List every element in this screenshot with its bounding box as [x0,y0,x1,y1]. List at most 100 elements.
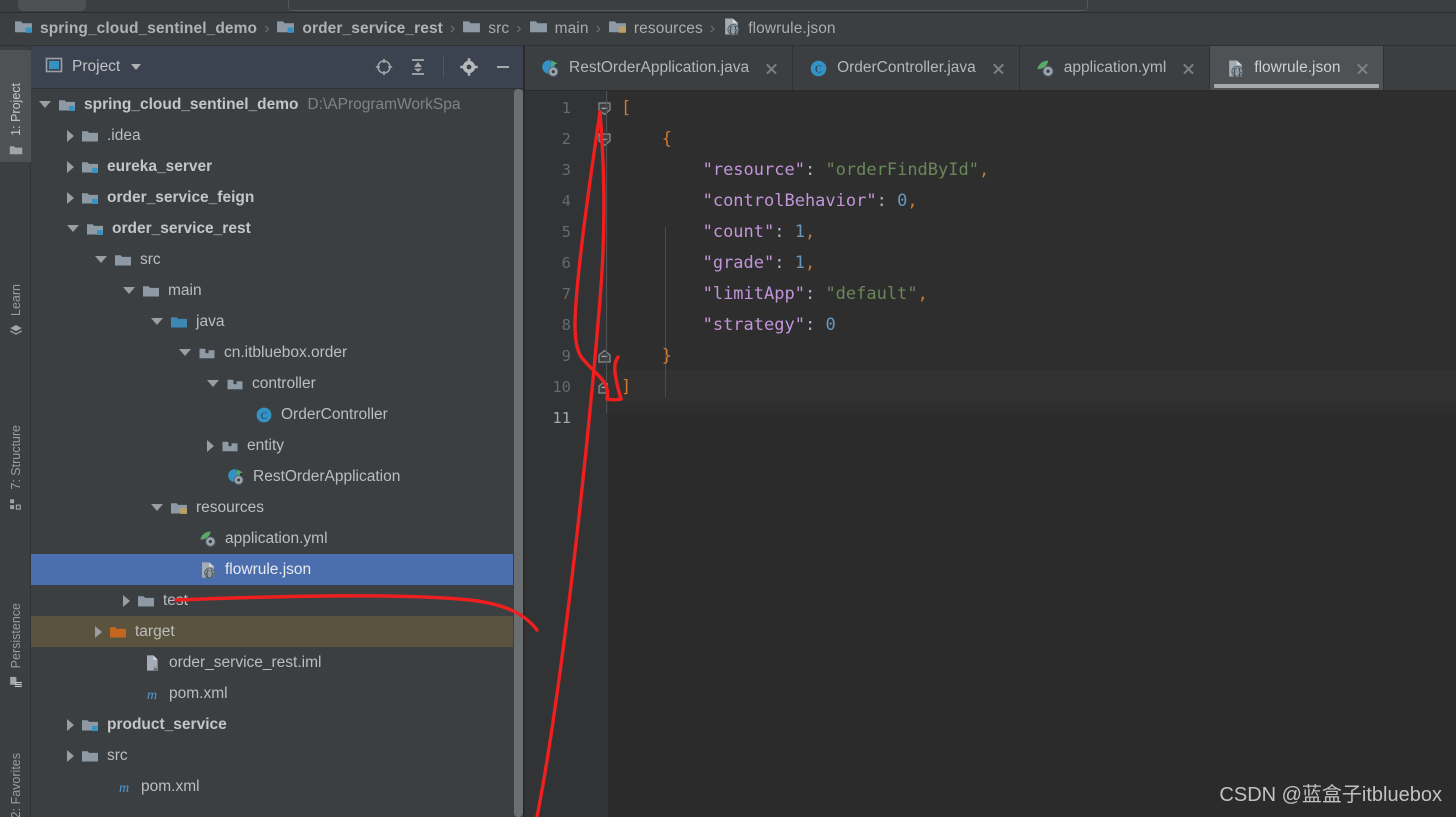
code-line[interactable]: "strategy": 0 [703,310,836,341]
close-icon[interactable] [1181,61,1196,76]
breadcrumb-item[interactable]: main [529,17,589,41]
breadcrumb-separator: › [709,20,716,37]
tree-row[interactable]: resources [31,492,524,523]
tool-tab-favorites[interactable]: 2: Favorites [0,706,31,817]
breadcrumb-item[interactable]: {} flowrule.json [722,17,836,41]
close-icon[interactable] [1355,61,1370,76]
code-token: { [661,129,673,149]
tool-tab-label: 7: Structure [8,425,23,490]
tree-row[interactable]: m pom.xml [31,678,524,709]
code-line[interactable]: "limitApp": "default", [703,279,928,310]
editor-tab[interactable]: C OrderController.java [793,46,1020,90]
chevron-down-icon[interactable] [207,380,219,387]
editor-tab[interactable]: {} flowrule.json [1210,46,1385,90]
chevron-down-icon[interactable] [179,349,191,356]
tree-row-label: java [196,312,225,330]
tree-row[interactable]: C OrderController [31,399,524,430]
chevron-down-icon[interactable] [67,225,79,232]
svg-text:{}: {} [1232,66,1242,76]
chevron-down-icon[interactable] [95,256,107,263]
tree-row[interactable]: entity [31,430,524,461]
tree-row[interactable]: RestOrderApplication [31,461,524,492]
gear-icon[interactable] [460,58,478,76]
tree-row[interactable]: java [31,306,524,337]
project-folder-icon [9,143,23,156]
chevron-right-icon[interactable] [67,129,74,142]
tool-tab-structure[interactable]: 7: Structure [0,376,31,516]
maven-icon: m [115,778,133,796]
breadcrumb-item[interactable]: resources [608,17,703,41]
chevron-right-icon[interactable] [67,718,74,731]
chevron-down-icon[interactable] [131,64,142,70]
tool-tab-label: 1: Project [8,83,23,136]
breadcrumb-item[interactable]: src [462,17,509,41]
tool-tab-project[interactable]: 1: Project [0,50,31,162]
editor-tab-label: flowrule.json [1254,59,1341,76]
tree-row[interactable]: order_service_feign [31,182,524,213]
tree-row-label: order_service_rest [112,219,251,237]
tree-row[interactable]: m pom.xml [31,771,524,802]
code-line[interactable]: [ [621,93,631,124]
close-icon[interactable] [764,61,779,76]
code-fold-marker[interactable] [597,101,612,116]
chevron-right-icon[interactable] [123,594,130,607]
tree-row[interactable]: controller [31,368,524,399]
tree-row[interactable]: eureka_server [31,151,524,182]
code-line[interactable]: "resource": "orderFindById", [703,155,990,186]
tree-row[interactable]: product_service [31,709,524,740]
tree-row[interactable]: src [31,244,524,275]
project-tool-window: Project spring_cloud_sentinel_demo D:\AP… [31,46,524,817]
line-number: 6 [561,254,571,272]
tool-tab-persistence[interactable]: Persistence [0,554,31,694]
chevron-down-icon[interactable] [151,504,163,511]
tree-row[interactable]: src [31,740,524,771]
chevron-down-icon[interactable] [39,101,51,108]
svg-text:C: C [261,412,267,422]
code-line[interactable]: "grade": 1, [703,248,816,279]
minimize-icon[interactable] [494,58,512,76]
code-line[interactable]: ] [621,372,631,403]
code-fold-marker[interactable] [597,132,612,147]
editor-gutter[interactable]: 1 2 3 4 5 6 7 8 9 10 11 [525,91,611,817]
tree-row[interactable]: .idea [31,120,524,151]
tree-row[interactable]: order_service_rest [31,213,524,244]
code-editor[interactable]: 1 2 3 4 5 6 7 8 9 10 11 [{"resource": "orderFindBy… [525,91,1456,817]
chevron-right-icon[interactable] [207,439,214,452]
code-line[interactable]: "controlBehavior": 0, [703,186,918,217]
project-tree[interactable]: spring_cloud_sentinel_demo D:\AProgramWor… [31,89,524,817]
breadcrumb-label: src [488,20,510,37]
code-line[interactable]: } [662,341,672,372]
tree-row[interactable]: main [31,275,524,306]
chevron-down-icon[interactable] [123,287,135,294]
spring-boot-class-icon [227,468,245,486]
chevron-right-icon[interactable] [67,191,74,204]
tree-row[interactable]: cn.itbluebox.order [31,337,524,368]
close-icon[interactable] [991,61,1006,76]
module-folder-icon [276,17,295,41]
spring-yml-icon [199,530,217,548]
tree-row[interactable]: application.yml [31,523,524,554]
chevron-right-icon[interactable] [95,625,102,638]
tree-row[interactable]: spring_cloud_sentinel_demo D:\AProgramWor… [31,89,524,120]
editor-tab[interactable]: RestOrderApplication.java [525,46,794,90]
tree-row[interactable]: order_service_rest.iml [31,647,524,678]
folder-icon [137,592,155,610]
tree-row[interactable]: target [31,616,524,647]
chevron-right-icon[interactable] [67,749,74,762]
tree-row-selected[interactable]: {} flowrule.json [31,554,524,585]
code-token: [ [621,98,632,118]
collapse-all-icon[interactable] [409,58,427,76]
tool-tab-learn[interactable]: Learn [0,232,31,342]
code-fold-marker[interactable] [597,349,612,364]
chevron-down-icon[interactable] [151,318,163,325]
chevron-right-icon[interactable] [67,160,74,173]
line-number: 7 [561,285,571,303]
code-line[interactable]: "count": 1, [703,217,816,248]
editor-tab[interactable]: application.yml [1020,46,1211,90]
tree-row[interactable]: test [31,585,524,616]
breadcrumb-item[interactable]: spring_cloud_sentinel_demo [14,17,257,41]
locate-file-icon[interactable] [375,58,393,76]
code-line[interactable]: { [662,124,672,155]
breadcrumb-item[interactable]: order_service_rest [276,17,443,41]
tree-row-label: eureka_server [107,157,213,175]
